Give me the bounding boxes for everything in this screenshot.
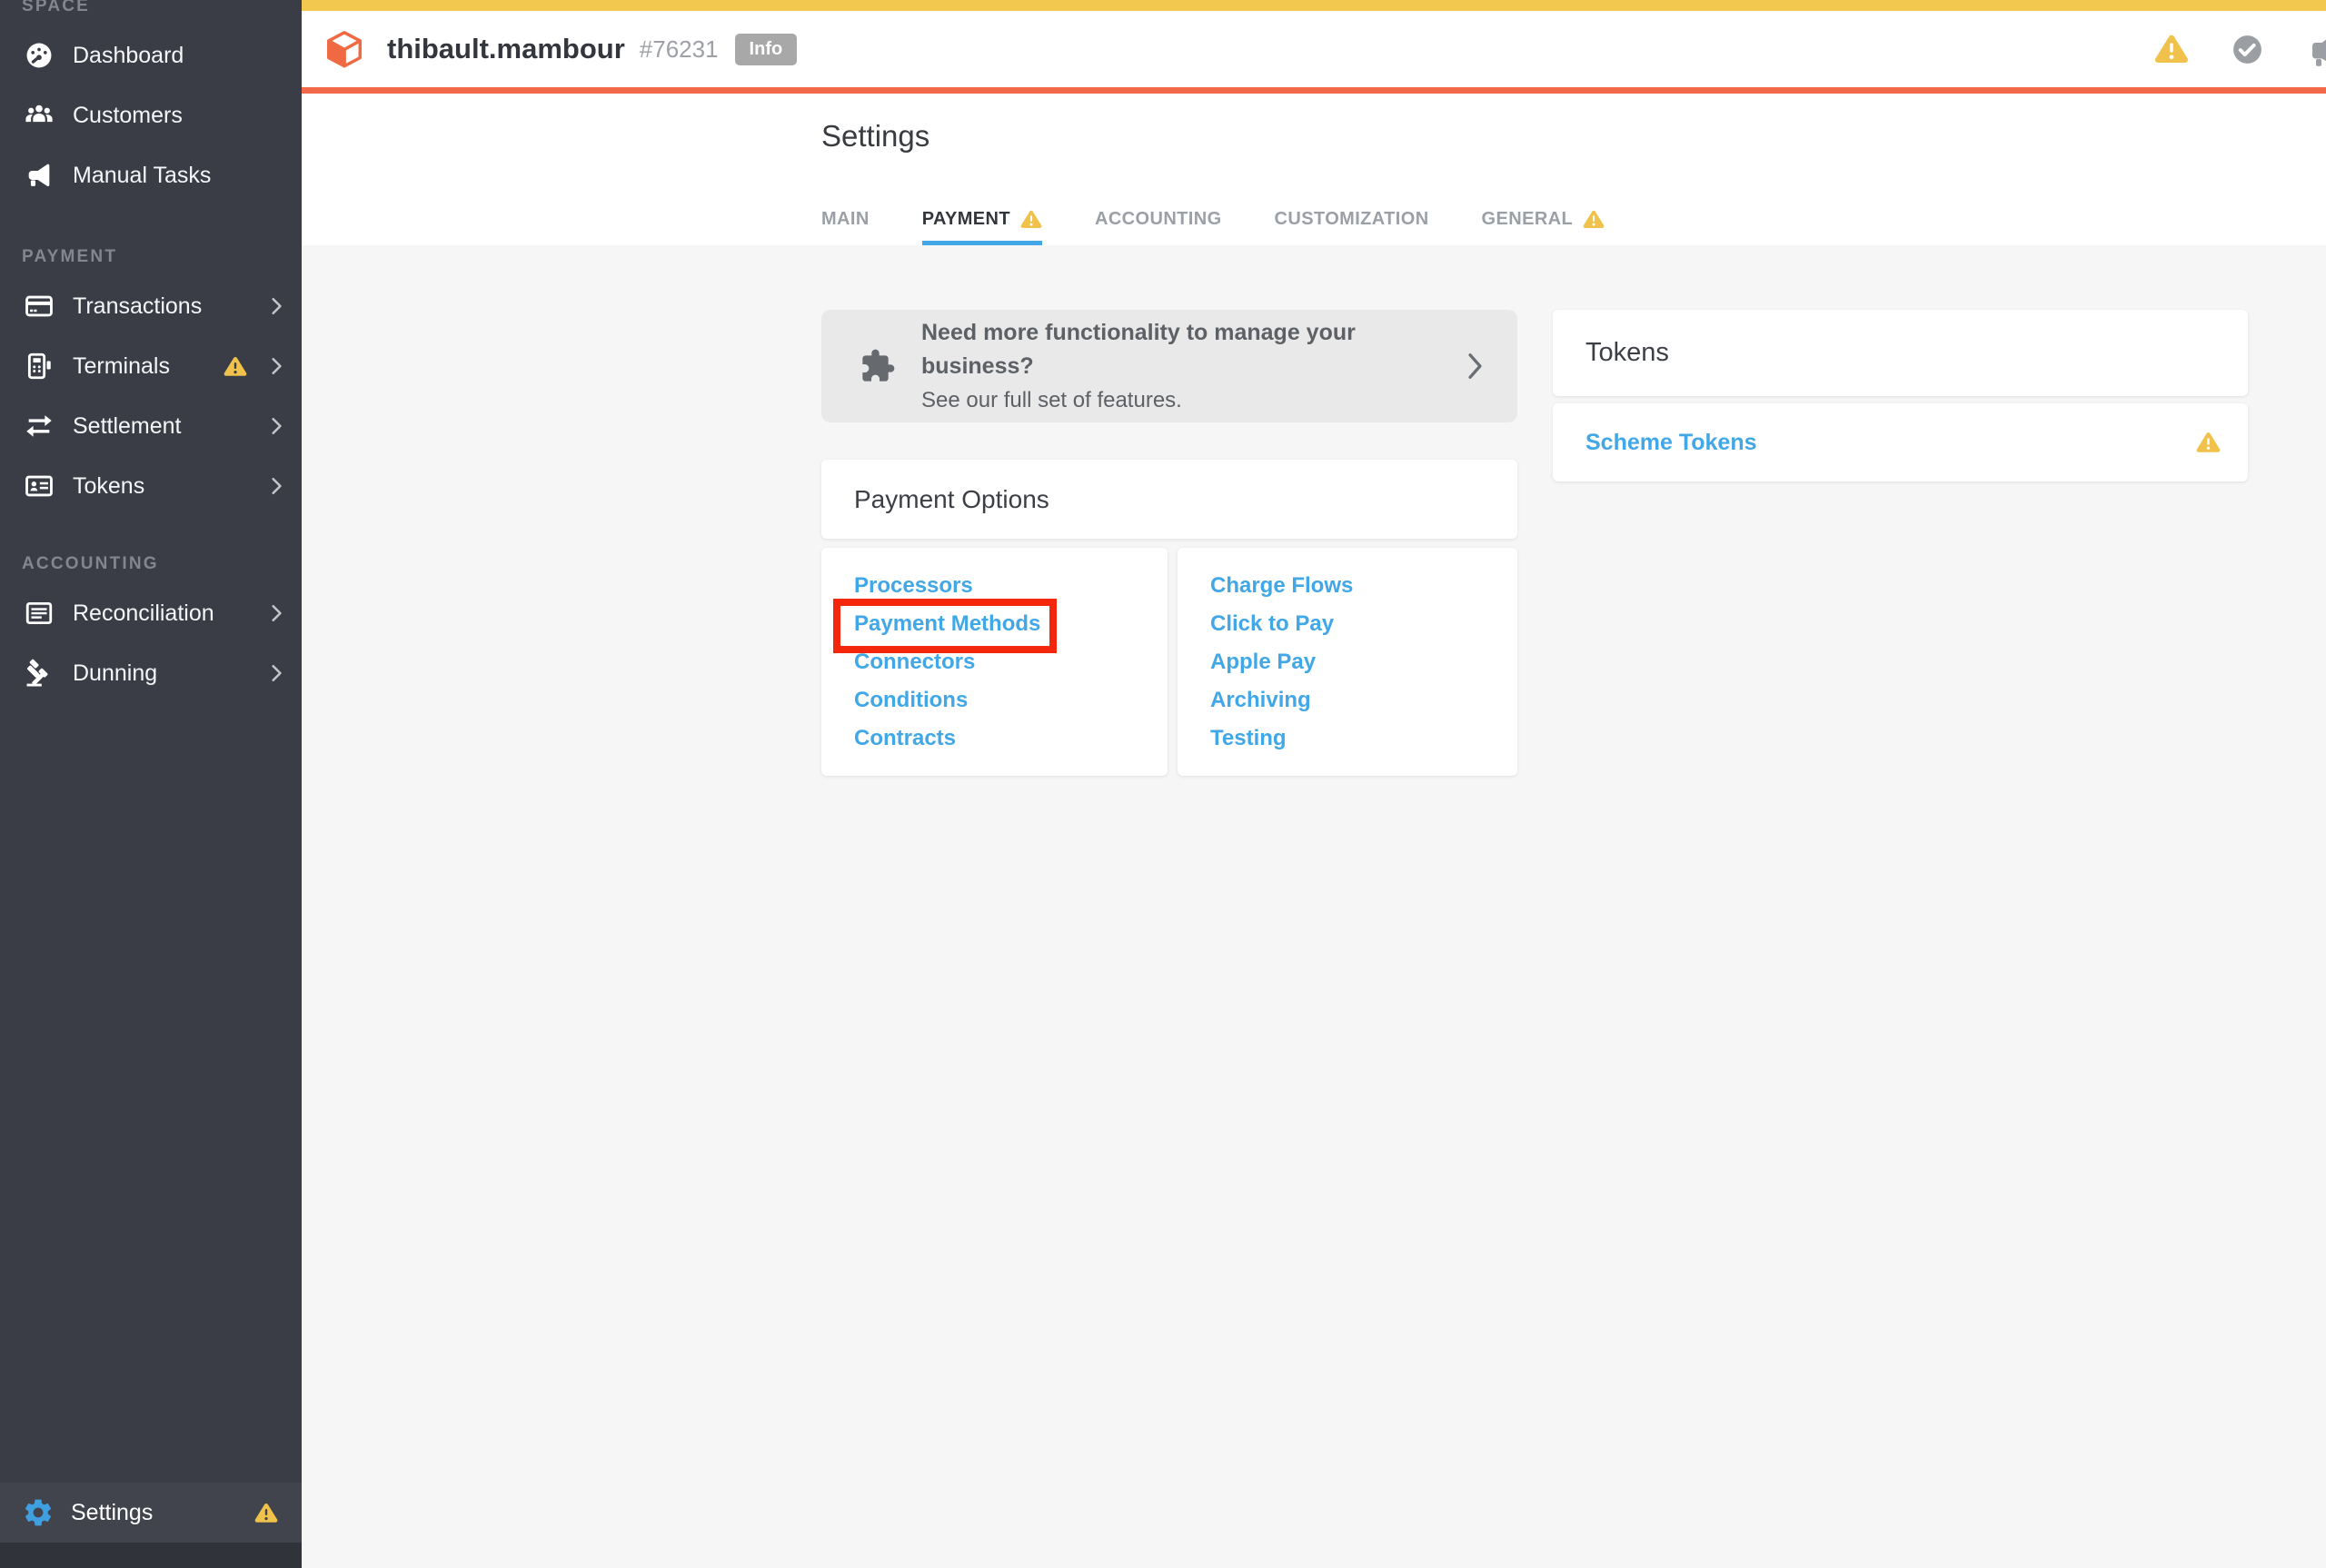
reconciliation-icon bbox=[22, 598, 56, 629]
sidebar-section-payment: PAYMENT bbox=[22, 247, 302, 267]
payment-options-column-2: Charge Flows Click to Pay Apple Pay Arch… bbox=[1178, 548, 1517, 776]
sidebar-item-label: Tokens bbox=[73, 473, 144, 500]
right-column: Tokens Scheme Tokens bbox=[1553, 310, 2248, 776]
warning-icon bbox=[2196, 432, 2221, 453]
tokens-title: Tokens bbox=[1585, 338, 1669, 368]
account-id: #76231 bbox=[640, 35, 719, 64]
left-column: Need more functionality to manage your b… bbox=[821, 310, 1517, 776]
payment-options-links: Processors Payment Methods Connectors Co… bbox=[821, 548, 1517, 776]
sidebar-item-label: Transactions bbox=[73, 293, 202, 320]
topbar: thibault.mambour #76231 Info bbox=[302, 11, 2326, 87]
settlement-arrows-icon bbox=[22, 411, 56, 442]
settings-tabs: MAIN PAYMENT ACCOUNTING CUSTOMIZATION GE… bbox=[821, 209, 1657, 245]
warning-icon bbox=[1020, 210, 1042, 229]
puzzle-icon bbox=[860, 348, 896, 384]
dashboard-icon bbox=[22, 40, 56, 71]
sidebar-item-reconciliation[interactable]: Reconciliation bbox=[0, 583, 302, 643]
tab-label: PAYMENT bbox=[922, 209, 1010, 230]
chevron-right-icon bbox=[271, 604, 282, 622]
sidebar-item-label: Manual Tasks bbox=[73, 163, 211, 189]
sidebar-section-space: SPACE bbox=[22, 0, 302, 16]
sidebar-item-customers[interactable]: Customers bbox=[0, 85, 302, 145]
warning-icon bbox=[224, 356, 247, 377]
sidebar-item-label: Terminals bbox=[73, 353, 170, 380]
sidebar-item-manual-tasks[interactable]: Manual Tasks bbox=[0, 145, 302, 205]
link-apple-pay[interactable]: Apple Pay bbox=[1178, 643, 1517, 681]
chevron-right-icon bbox=[271, 417, 282, 435]
link-processors[interactable]: Processors bbox=[821, 567, 1168, 605]
gear-icon bbox=[22, 1496, 55, 1529]
sidebar-bottom-strip bbox=[0, 1543, 302, 1568]
chevron-right-icon bbox=[271, 477, 282, 495]
tab-customization[interactable]: CUSTOMIZATION bbox=[1275, 209, 1429, 245]
payment-options-column-1: Processors Payment Methods Connectors Co… bbox=[821, 548, 1168, 776]
tab-label: MAIN bbox=[821, 209, 870, 230]
sidebar-item-settings[interactable]: Settings bbox=[0, 1483, 302, 1543]
tab-label: ACCOUNTING bbox=[1095, 209, 1222, 230]
tab-payment[interactable]: PAYMENT bbox=[922, 209, 1042, 245]
sidebar-item-label: Reconciliation bbox=[73, 600, 214, 627]
chevron-right-icon bbox=[271, 297, 282, 315]
account-name: thibault.mambour bbox=[387, 33, 625, 65]
content-body: Need more functionality to manage your b… bbox=[302, 245, 2326, 776]
tab-general[interactable]: GENERAL bbox=[1482, 209, 1605, 245]
warning-icon bbox=[1583, 210, 1605, 229]
chevron-right-icon bbox=[271, 357, 282, 375]
brand-divider bbox=[302, 87, 2326, 94]
sidebar-item-label: Dunning bbox=[73, 660, 157, 687]
tokens-card-header: Tokens bbox=[1553, 310, 2248, 396]
link-archiving[interactable]: Archiving bbox=[1178, 681, 1517, 719]
sidebar-section-accounting: ACCOUNTING bbox=[22, 554, 302, 574]
link-payment-methods[interactable]: Payment Methods bbox=[821, 605, 1168, 643]
check-circle-icon[interactable] bbox=[2231, 33, 2264, 66]
topbar-icons bbox=[2154, 11, 2326, 87]
tokens-card-row: Scheme Tokens bbox=[1553, 403, 2248, 481]
chevron-right-icon bbox=[271, 664, 282, 682]
sidebar-item-terminals[interactable]: Terminals bbox=[0, 336, 302, 396]
link-scheme-tokens[interactable]: Scheme Tokens bbox=[1585, 430, 1757, 456]
features-banner[interactable]: Need more functionality to manage your b… bbox=[821, 310, 1517, 422]
tab-main[interactable]: MAIN bbox=[821, 209, 870, 245]
banner-title: Need more functionality to manage your b… bbox=[921, 316, 1467, 383]
megaphone-icon bbox=[22, 160, 56, 191]
sidebar-item-label: Customers bbox=[73, 103, 183, 129]
top-status-strip bbox=[302, 0, 2326, 11]
chevron-right-icon bbox=[1467, 352, 1483, 380]
page-title: Settings bbox=[821, 94, 2326, 154]
terminal-icon bbox=[22, 351, 56, 382]
sidebar-item-dashboard[interactable]: Dashboard bbox=[0, 25, 302, 85]
tab-label: GENERAL bbox=[1482, 209, 1574, 230]
link-charge-flows[interactable]: Charge Flows bbox=[1178, 567, 1517, 605]
link-connectors[interactable]: Connectors bbox=[821, 643, 1168, 681]
tab-accounting[interactable]: ACCOUNTING bbox=[1095, 209, 1222, 245]
warning-icon bbox=[254, 1503, 278, 1523]
megaphone-partial-icon[interactable] bbox=[2306, 30, 2326, 68]
sidebar-item-label: Settlement bbox=[73, 413, 182, 440]
customers-icon bbox=[22, 100, 56, 131]
sidebar-item-dunning[interactable]: Dunning bbox=[0, 643, 302, 703]
info-badge[interactable]: Info bbox=[735, 34, 798, 65]
payment-options-title: Payment Options bbox=[854, 485, 1049, 514]
banner-text: Need more functionality to manage your b… bbox=[921, 316, 1467, 417]
sidebar-item-transactions[interactable]: Transactions bbox=[0, 276, 302, 336]
warning-icon[interactable] bbox=[2154, 34, 2189, 65]
link-contracts[interactable]: Contracts bbox=[821, 719, 1168, 758]
link-conditions[interactable]: Conditions bbox=[821, 681, 1168, 719]
sidebar-item-tokens[interactable]: Tokens bbox=[0, 456, 302, 516]
sidebar-item-label: Settings bbox=[71, 1500, 153, 1526]
token-card-icon bbox=[22, 471, 56, 501]
sidebar: SPACE Dashboard Customers Manual Tasks P… bbox=[0, 0, 302, 1568]
cube-logo-icon bbox=[323, 28, 365, 71]
content-header: Settings MAIN PAYMENT ACCOUNTING CUSTOMI… bbox=[302, 94, 2326, 245]
link-testing[interactable]: Testing bbox=[1178, 719, 1517, 758]
gavel-icon bbox=[22, 658, 56, 689]
sidebar-item-label: Dashboard bbox=[73, 43, 184, 69]
credit-card-icon bbox=[22, 291, 56, 322]
banner-subtitle: See our full set of features. bbox=[921, 383, 1467, 417]
link-click-to-pay[interactable]: Click to Pay bbox=[1178, 605, 1517, 643]
main-area: thibault.mambour #76231 Info Settings MA… bbox=[302, 0, 2326, 776]
payment-options-header: Payment Options bbox=[821, 460, 1517, 539]
tab-label: CUSTOMIZATION bbox=[1275, 209, 1429, 230]
sidebar-item-settlement[interactable]: Settlement bbox=[0, 396, 302, 456]
